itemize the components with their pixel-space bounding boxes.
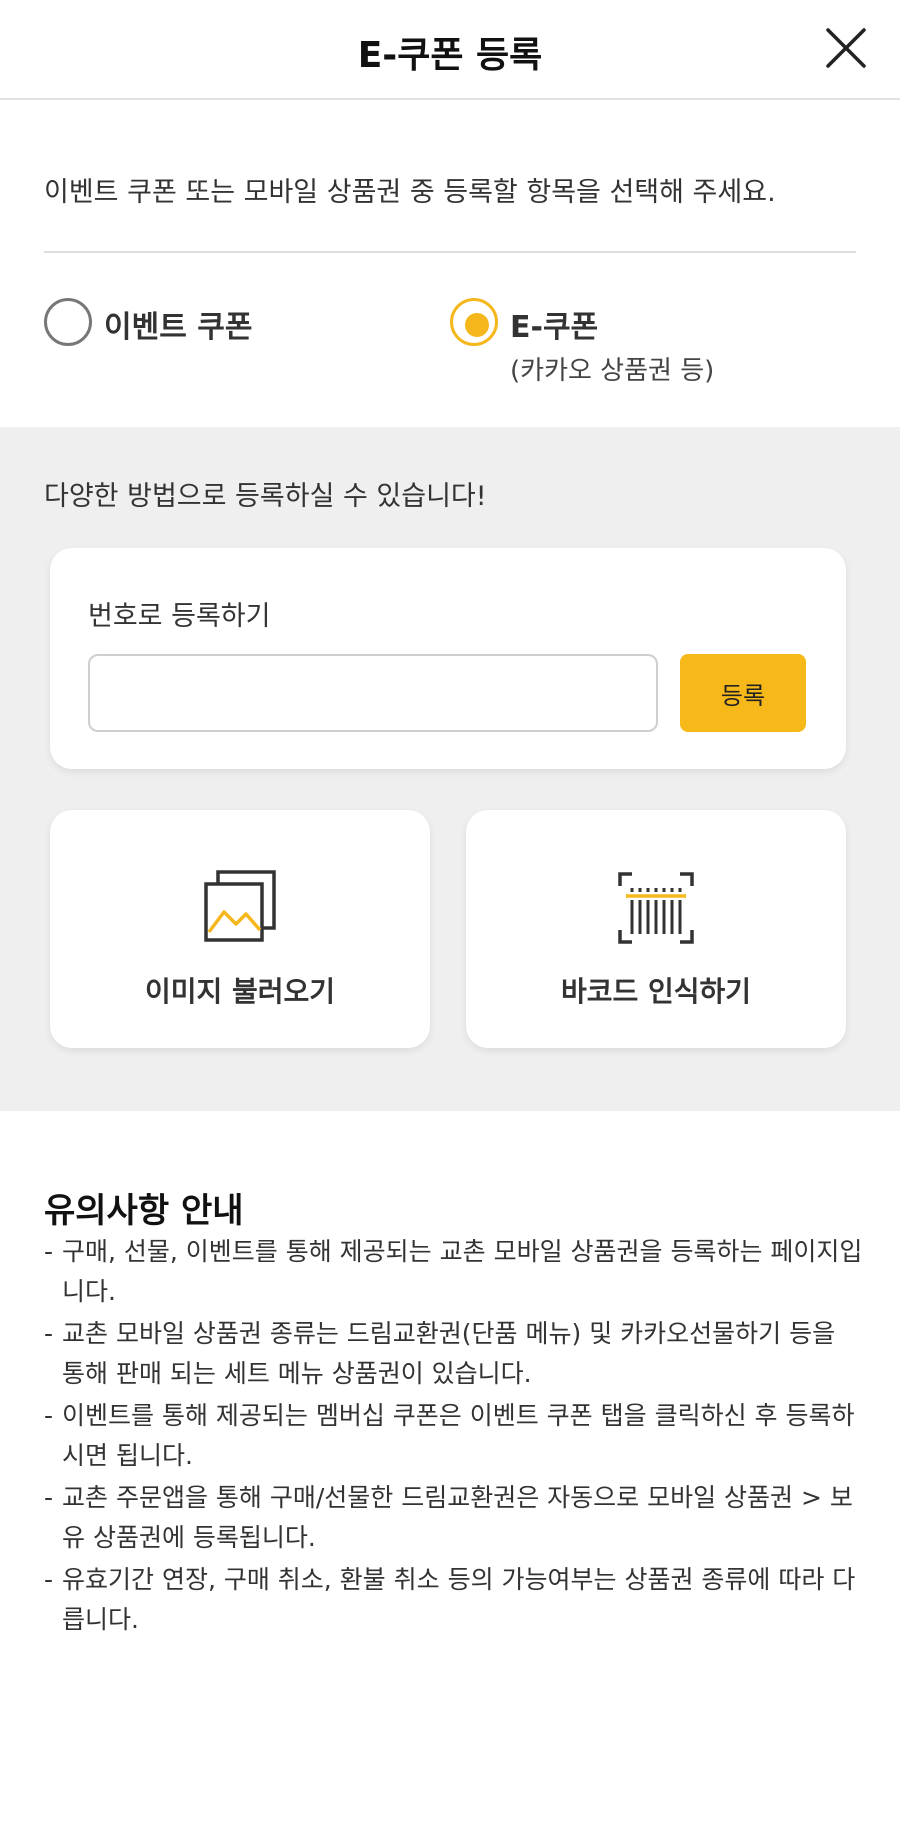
radio-selected-dot xyxy=(465,313,489,337)
notice-title: 유의사항 안내 xyxy=(44,1191,244,1231)
radio-event-coupon-label: 이벤트 쿠폰 xyxy=(104,310,253,345)
radio-circle-unselected[interactable] xyxy=(44,298,92,346)
scan-barcode-label: 바코드 인식하기 xyxy=(560,975,752,1008)
notice-item: 이벤트를 통해 제공되는 멤버십 쿠폰은 이벤트 쿠폰 탭을 클릭하신 후 등록… xyxy=(44,1396,864,1476)
notice-item: 유효기간 연장, 구매 취소, 환불 취소 등의 가능여부는 상품권 종류에 따… xyxy=(44,1560,864,1640)
methods-caption: 다양한 방법으로 등록하실 수 있습니다! xyxy=(44,481,487,512)
load-image-button[interactable]: 이미지 불러오기 xyxy=(50,810,430,1048)
load-image-label: 이미지 불러오기 xyxy=(144,975,336,1008)
page-title: E-쿠폰 등록 xyxy=(357,35,543,76)
notice-list: 구매, 선물, 이벤트를 통해 제공되는 교촌 모바일 상품권을 등록하는 페이… xyxy=(44,1232,864,1642)
intro-text: 이벤트 쿠폰 또는 모바일 상품권 중 등록할 항목을 선택해 주세요. xyxy=(44,177,776,208)
image-gallery-icon xyxy=(204,870,276,942)
notice-item: 교촌 주문앱을 통해 구매/선물한 드림교환권은 자동으로 모바일 상품권 > … xyxy=(44,1478,864,1558)
number-register-card: 번호로 등록하기 등록 xyxy=(50,548,846,769)
coupon-number-input[interactable] xyxy=(88,654,658,732)
radio-circle-selected[interactable] xyxy=(450,298,498,346)
notice-item: 교촌 모바일 상품권 종류는 드림교환권(단품 메뉴) 및 카카오선물하기 등을… xyxy=(44,1314,864,1394)
notice-item: 구매, 선물, 이벤트를 통해 제공되는 교촌 모바일 상품권을 등록하는 페이… xyxy=(44,1232,864,1312)
radio-e-coupon-sublabel: (카카오 상품권 등) xyxy=(510,356,715,386)
header: E-쿠폰 등록 xyxy=(0,0,900,100)
number-register-title: 번호로 등록하기 xyxy=(88,601,271,632)
registration-methods-panel: 다양한 방법으로 등록하실 수 있습니다! 번호로 등록하기 등록 이미지 불러… xyxy=(0,427,900,1111)
radio-e-coupon-label: E-쿠폰 xyxy=(510,310,599,345)
close-button[interactable] xyxy=(822,24,870,72)
close-icon xyxy=(826,28,866,68)
barcode-scan-icon xyxy=(618,872,694,944)
register-button[interactable]: 등록 xyxy=(680,654,806,732)
divider xyxy=(44,251,856,253)
scan-barcode-button[interactable]: 바코드 인식하기 xyxy=(466,810,846,1048)
